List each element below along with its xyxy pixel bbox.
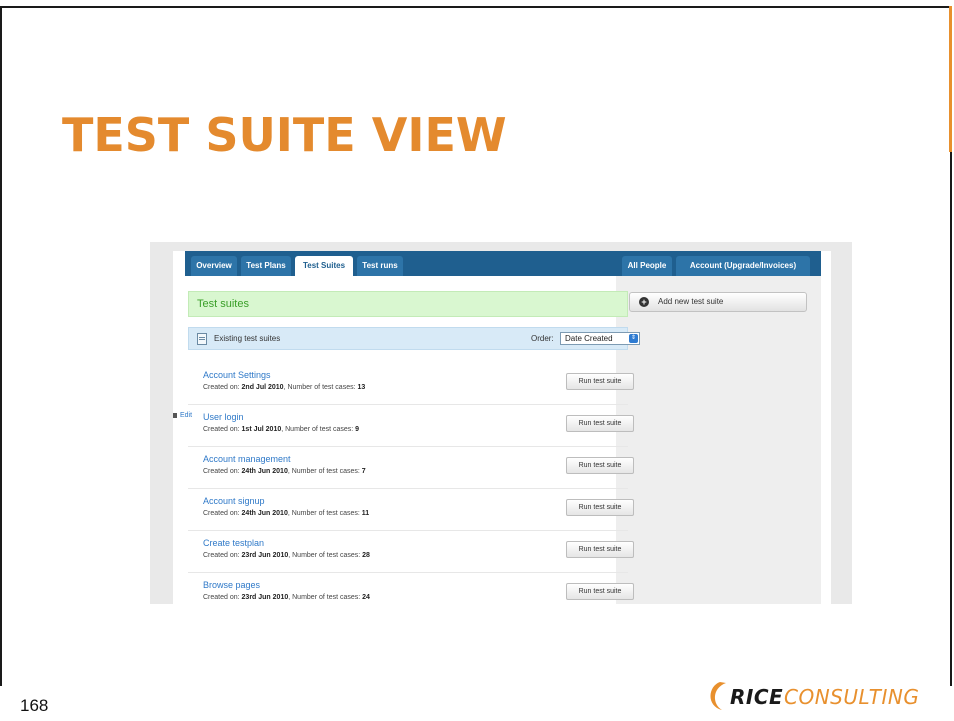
suite-meta: Created on: 24th Jun 2010, Number of tes…	[203, 510, 370, 517]
suite-name-link[interactable]: Account Settings	[203, 370, 271, 380]
app-screenshot: Overview Test Plans Test Suites Test run…	[150, 242, 852, 604]
slide-title: TEST SUITE VIEW	[62, 108, 507, 162]
slide-frame-left	[0, 6, 2, 686]
suite-meta: Created on: 2nd Jul 2010, Number of test…	[203, 384, 366, 391]
tab-overview[interactable]: Overview	[191, 256, 237, 276]
suite-name-link[interactable]: Browse pages	[203, 580, 260, 590]
add-test-suite-button[interactable]: + Add new test suite	[629, 292, 807, 312]
select-arrows-icon: ⇕	[629, 334, 638, 343]
run-test-suite-button[interactable]: Run test suite	[566, 457, 634, 474]
slide-accent-bar	[949, 6, 952, 152]
order-select-value: Date Created	[565, 334, 613, 343]
slide-frame-right	[950, 152, 952, 686]
logo-text-rice: RICE	[730, 685, 783, 709]
logo-text-consulting: CONSULTING	[784, 685, 919, 709]
run-test-suite-button[interactable]: Run test suite	[566, 583, 634, 600]
run-test-suite-button[interactable]: Run test suite	[566, 541, 634, 558]
page-number: 168	[20, 696, 49, 715]
run-test-suite-button[interactable]: Run test suite	[566, 499, 634, 516]
suite-row: Account Settings Created on: 2nd Jul 201…	[188, 365, 634, 405]
suite-row: Account signup Created on: 24th Jun 2010…	[188, 491, 634, 531]
trash-icon	[173, 413, 177, 418]
tab-account[interactable]: Account (Upgrade/Invoices)	[676, 256, 810, 276]
suite-row: Browse pages Created on: 23rd Jun 2010, …	[188, 575, 634, 604]
top-nav: Overview Test Plans Test Suites Test run…	[185, 251, 821, 276]
suite-name-link[interactable]: Account signup	[203, 496, 265, 506]
suite-row: User login Created on: 1st Jul 2010, Num…	[188, 407, 634, 447]
suite-meta: Created on: 1st Jul 2010, Number of test…	[203, 426, 360, 433]
add-test-suite-label: Add new test suite	[658, 297, 724, 306]
run-test-suite-button[interactable]: Run test suite	[566, 373, 634, 390]
order-select[interactable]: Date Created ⇕	[560, 332, 640, 345]
suite-row: Account management Created on: 24th Jun …	[188, 449, 634, 489]
suite-meta: Created on: 24th Jun 2010, Number of tes…	[203, 468, 366, 475]
suite-name-link[interactable]: Create testplan	[203, 538, 264, 548]
suite-meta: Created on: 23rd Jun 2010, Number of tes…	[203, 594, 370, 601]
sidebar: + Add new test suite	[616, 276, 821, 604]
tab-test-suites[interactable]: Test Suites	[295, 256, 353, 276]
logo-swoosh-icon: RICE CONSULTING	[710, 682, 919, 710]
page-heading: Test suites	[188, 291, 628, 317]
list-icon	[197, 333, 207, 345]
run-test-suite-button[interactable]: Run test suite	[566, 415, 634, 432]
suite-name-link[interactable]: User login	[203, 412, 244, 422]
tab-test-runs[interactable]: Test runs	[357, 256, 403, 276]
plus-icon: +	[639, 297, 649, 307]
order-label: Order:	[531, 334, 554, 343]
company-logo: RICE CONSULTING	[704, 680, 926, 712]
tab-all-people[interactable]: All People	[622, 256, 672, 276]
suite-meta: Created on: 23rd Jun 2010, Number of tes…	[203, 552, 370, 559]
app-window: Overview Test Plans Test Suites Test run…	[173, 251, 831, 604]
section-header: Existing test suites Order: Date Created…	[188, 327, 640, 350]
section-title: Existing test suites	[214, 334, 281, 343]
suite-name-link[interactable]: Account management	[203, 454, 291, 464]
suite-row: Create testplan Created on: 23rd Jun 201…	[188, 533, 634, 573]
slide-frame-top	[0, 6, 952, 8]
tab-test-plans[interactable]: Test Plans	[241, 256, 291, 276]
